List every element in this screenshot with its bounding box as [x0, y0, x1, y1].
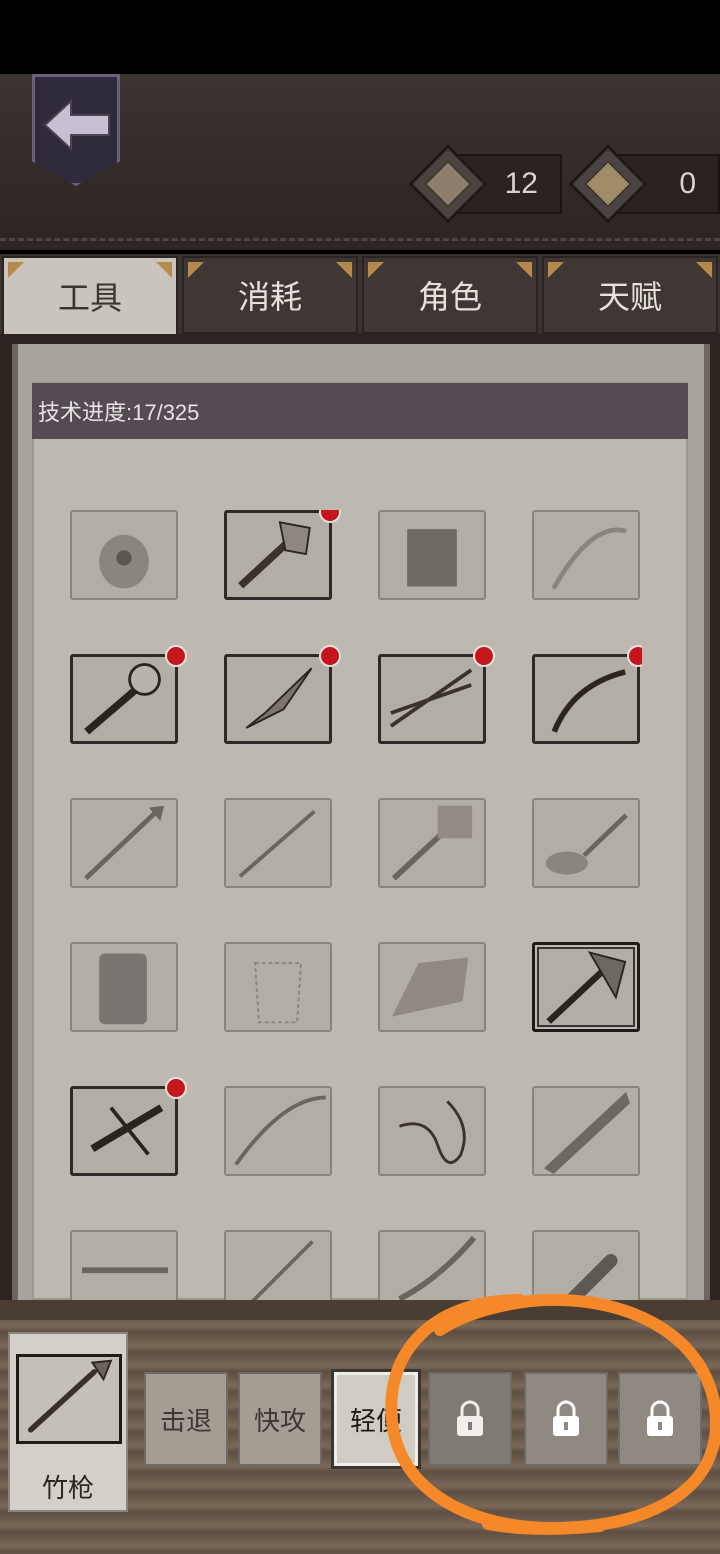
long-spear-icon: [238, 810, 316, 878]
new-badge: [627, 645, 642, 667]
new-badge: [319, 645, 341, 667]
shirt-outline-icon: [254, 962, 302, 1024]
skill-locked-1[interactable]: [428, 1372, 512, 1466]
tab-label: 角色: [417, 278, 482, 316]
tech-item[interactable]: [70, 1230, 178, 1300]
currency-parchment: 0: [568, 144, 720, 224]
header-stitch: [0, 238, 720, 242]
tech-item[interactable]: [378, 942, 486, 1032]
tech-item[interactable]: [70, 1077, 187, 1176]
skill-label: 快攻: [253, 1406, 306, 1437]
poison-pot-icon: [99, 534, 149, 589]
stone-axe-icon: [238, 521, 311, 589]
currency-scroll: 12: [408, 144, 562, 224]
tech-grid: [70, 510, 642, 1300]
tech-item[interactable]: [224, 1086, 332, 1176]
tech-item[interactable]: [532, 1086, 640, 1176]
torch-icon: [84, 663, 161, 735]
equipped-weapon-name: 竹枪: [41, 1474, 94, 1504]
whip-icon: [399, 1100, 466, 1164]
status-bar-area: [0, 0, 720, 74]
tech-item[interactable]: [532, 510, 640, 600]
skill-quick-attack[interactable]: 快攻: [238, 1372, 322, 1466]
tech-item[interactable]: [70, 942, 178, 1032]
leather-vest-icon: [99, 953, 147, 1025]
club-icon: [562, 1253, 618, 1300]
tech-item[interactable]: [378, 1086, 486, 1176]
recurve-bow-icon: [551, 669, 626, 733]
tech-item[interactable]: [532, 942, 640, 1032]
stone-block-icon: [391, 957, 469, 1017]
equipped-weapon-card[interactable]: 竹枪: [8, 1332, 128, 1512]
tech-item[interactable]: [70, 798, 178, 888]
skill-locked-2[interactable]: [524, 1372, 608, 1466]
tech-item[interactable]: [378, 645, 495, 744]
tab-label: 消耗: [237, 278, 302, 316]
frying-pan-icon: [545, 813, 628, 875]
tech-item[interactable]: [532, 798, 640, 888]
crossbow-icon: [90, 1104, 164, 1156]
composite-bow-icon: [234, 1095, 326, 1166]
tech-item[interactable]: [224, 942, 332, 1032]
tab-characters[interactable]: 角色: [362, 256, 538, 334]
lock-icon: [553, 1400, 579, 1436]
tab-label: 天赋: [597, 278, 662, 316]
bow-icon: [551, 527, 627, 590]
tab-label: 工具: [57, 279, 122, 317]
stone-knife-icon: [245, 667, 313, 729]
new-badge: [165, 645, 187, 667]
skill-locked-3[interactable]: [618, 1372, 702, 1466]
new-badge: [165, 1077, 187, 1099]
tech-item[interactable]: [532, 1230, 640, 1300]
tech-item[interactable]: [532, 645, 642, 744]
grass-skirt-icon: [407, 529, 457, 587]
tech-item[interactable]: [70, 510, 178, 600]
tab-tools[interactable]: 工具: [2, 256, 178, 336]
tech-item[interactable]: [70, 645, 187, 744]
tech-item[interactable]: [378, 1230, 486, 1300]
serrated-sword-icon: [543, 1091, 630, 1174]
lock-icon: [457, 1400, 483, 1436]
lock-icon: [647, 1400, 673, 1436]
tech-item[interactable]: [224, 510, 341, 600]
stone-hammer-icon: [391, 805, 473, 881]
arrows-icon: [389, 668, 473, 728]
spear-icon: [84, 805, 165, 881]
tab-consumables[interactable]: 消耗: [182, 256, 358, 334]
bottom-bar-edge: [0, 1300, 720, 1320]
tech-item[interactable]: [224, 645, 341, 744]
new-badge: [473, 645, 495, 667]
skill-knockback[interactable]: 击退: [144, 1372, 228, 1466]
tech-item[interactable]: [378, 510, 486, 600]
category-tabs: 工具 消耗 角色 天赋: [0, 254, 720, 336]
skill-label: 轻便: [349, 1406, 402, 1437]
skill-lightweight[interactable]: 轻便: [331, 1369, 421, 1469]
bamboo-spear-icon: [16, 1354, 122, 1444]
broom-icon: [251, 1240, 314, 1300]
tech-item[interactable]: [224, 798, 332, 888]
battle-axe-icon: [546, 950, 627, 1024]
tech-item[interactable]: [378, 798, 486, 888]
skill-label: 击退: [159, 1406, 212, 1437]
back-arrow-icon: [43, 99, 110, 151]
heavy-crossbow-icon: [81, 1267, 168, 1274]
tab-talents[interactable]: 天赋: [542, 256, 718, 334]
sword-icon: [398, 1235, 477, 1300]
tech-item[interactable]: [224, 1230, 332, 1300]
tech-progress: 技术进度:17/325: [32, 383, 688, 439]
